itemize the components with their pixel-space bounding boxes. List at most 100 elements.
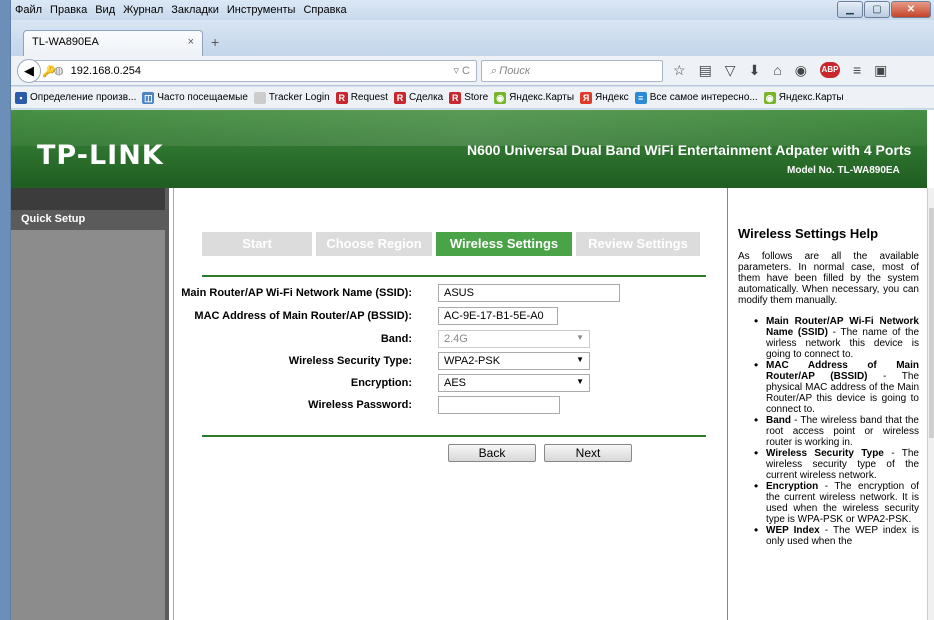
- menu-help[interactable]: Справка: [303, 4, 346, 16]
- menu-edit[interactable]: Правка: [50, 4, 87, 16]
- router-page: TP-LINK N600 Universal Dual Band WiFi En…: [11, 110, 934, 620]
- menu-view[interactable]: Вид: [95, 4, 115, 16]
- tab-title: TL-WA890EA: [32, 36, 99, 48]
- download-icon[interactable]: ⬇: [749, 62, 761, 79]
- divider-bottom: [202, 435, 706, 437]
- bookmark-star-icon[interactable]: ☆: [673, 62, 686, 79]
- band-value: 2.4G: [444, 333, 468, 345]
- step-review-settings: Review Settings: [576, 232, 700, 256]
- encryption-row: Encryption: AES ▼: [174, 374, 728, 394]
- extension-icon[interactable]: ▣: [874, 62, 887, 79]
- divider-top: [202, 275, 706, 277]
- bookmark-icon: Я: [580, 91, 593, 104]
- bookmark-icon: ≡: [634, 91, 647, 104]
- bookmark-item[interactable]: ◉ Яндекс.Карты: [494, 91, 575, 104]
- bookmark-item[interactable]: ≡ Все самое интересно...: [634, 91, 758, 104]
- reading-list-icon[interactable]: ▤: [699, 62, 712, 79]
- bookmark-item[interactable]: ◫ Часто посещаемые: [142, 91, 248, 104]
- password-field[interactable]: [438, 396, 560, 414]
- toolbar-icons: ☆ ▤ ▽ ⬇ ⌂ ◉ ABP ≡ ▣: [673, 62, 887, 79]
- help-item: WEP Index - The WEP index is only used w…: [754, 525, 919, 547]
- chat-icon[interactable]: ◉: [795, 62, 807, 79]
- bssid-label: MAC Address of Main Router/AP (BSSID):: [194, 310, 412, 322]
- new-tab-icon[interactable]: +: [211, 34, 219, 50]
- next-button[interactable]: Next: [544, 444, 632, 462]
- close-window-button[interactable]: ✕: [891, 1, 931, 18]
- bookmark-item[interactable]: Я Яндекс: [580, 91, 629, 104]
- bookmark-icon: ◉: [494, 91, 507, 104]
- bookmark-icon: ◉: [763, 91, 776, 104]
- bookmark-icon: R: [335, 91, 348, 104]
- pocket-icon[interactable]: ▽: [725, 62, 736, 79]
- menu-history[interactable]: Журнал: [123, 4, 163, 16]
- ssid-row: Main Router/AP Wi-Fi Network Name (SSID)…: [174, 284, 728, 304]
- menu-bookmarks[interactable]: Закладки: [171, 4, 219, 16]
- bookmark-item[interactable]: Tracker Login: [253, 91, 330, 104]
- tp-link-logo: TP-LINK: [37, 140, 164, 171]
- bookmark-label: Часто посещаемые: [157, 92, 248, 103]
- minimize-button[interactable]: ▁: [837, 1, 863, 18]
- chevron-down-icon: ▼: [576, 355, 584, 364]
- bookmark-label: Сделка: [408, 92, 444, 103]
- bookmark-label: Request: [350, 92, 388, 103]
- url-bar[interactable]: 🔑 ◍ 192.168.0.254 ▿ C: [33, 60, 477, 82]
- bookmark-icon: R: [393, 91, 406, 104]
- back-button[interactable]: ◀: [17, 59, 41, 83]
- sidebar-item-quick-setup[interactable]: Quick Setup: [11, 210, 169, 230]
- search-placeholder: Поиск: [499, 65, 531, 77]
- encryption-value: AES: [444, 377, 467, 389]
- home-icon[interactable]: ⌂: [773, 62, 781, 79]
- help-term: Wireless Security Type: [766, 448, 884, 459]
- security-type-value: WPA2-PSK: [444, 355, 501, 367]
- bookmark-label: Яндекс: [595, 92, 629, 103]
- help-item: Main Router/AP Wi-Fi Network Name (SSID)…: [754, 316, 919, 360]
- menu-icon[interactable]: ≡: [853, 62, 861, 79]
- back-step-button[interactable]: Back: [448, 444, 536, 462]
- page-scrollbar[interactable]: [927, 188, 934, 620]
- help-term: Band: [766, 415, 791, 426]
- bookmarks-bar: ▪ Определение произв... ◫ Часто посещаемые …: [11, 87, 934, 109]
- bookmark-item[interactable]: R Сделка: [393, 91, 444, 104]
- bssid-input[interactable]: AC-9E-17-B1-5E-A0: [438, 307, 558, 325]
- encryption-select[interactable]: AES ▼: [438, 374, 590, 392]
- bookmark-icon: R: [449, 91, 462, 104]
- menu-file[interactable]: Файл: [15, 4, 42, 16]
- bookmark-icon: ◫: [142, 91, 155, 104]
- adblock-icon[interactable]: ABP: [820, 62, 840, 78]
- encryption-label: Encryption:: [350, 377, 412, 389]
- ssid-label: Main Router/AP Wi-Fi Network Name (SSID)…: [181, 287, 412, 299]
- help-panel: Wireless Settings Help As follows are al…: [727, 188, 927, 620]
- site-identity-icon[interactable]: 🔑: [42, 62, 56, 82]
- bookmark-icon: [253, 91, 266, 104]
- bookmark-item[interactable]: ◉ Яндекс.Карты: [763, 91, 844, 104]
- tab-strip: TL-WA890EA × +: [11, 20, 934, 56]
- help-term: Encryption: [766, 481, 819, 492]
- help-list: Main Router/AP Wi-Fi Network Name (SSID)…: [738, 316, 919, 547]
- band-select[interactable]: 2.4G ▼: [438, 330, 590, 348]
- chevron-down-icon: ▼: [576, 377, 584, 386]
- search-input[interactable]: ⌕ Поиск: [481, 60, 663, 82]
- main-content: Start Choose Region Wireless Settings Re…: [173, 188, 727, 620]
- ssid-input[interactable]: ASUS: [438, 284, 620, 302]
- browser-window: Файл Правка Вид Журнал Закладки Инструме…: [10, 0, 934, 620]
- menu-tools[interactable]: Инструменты: [227, 4, 296, 16]
- bookmark-item[interactable]: ▪ Определение произв...: [15, 91, 136, 104]
- tab-tl-wa890ea[interactable]: TL-WA890EA ×: [23, 30, 203, 56]
- model-number: Model No. TL-WA890EA: [787, 165, 900, 176]
- step-wireless-settings: Wireless Settings: [436, 232, 572, 256]
- bookmark-icon: ▪: [15, 91, 27, 104]
- help-intro: As follows are all the available paramet…: [738, 251, 919, 306]
- help-title: Wireless Settings Help: [738, 226, 879, 241]
- step-start: Start: [202, 232, 312, 256]
- scrollbar-thumb[interactable]: [929, 208, 934, 438]
- close-tab-icon[interactable]: ×: [188, 36, 194, 48]
- security-type-select[interactable]: WPA2-PSK ▼: [438, 352, 590, 370]
- reload-icon[interactable]: ▿ C: [453, 61, 470, 81]
- bookmark-label: Яндекс.Карты: [509, 92, 575, 103]
- help-item: Band - The wireless band that the root a…: [754, 415, 919, 448]
- menu-bar: Файл Правка Вид Журнал Закладки Инструме…: [11, 0, 934, 20]
- maximize-button[interactable]: ▢: [864, 1, 890, 18]
- bookmark-item[interactable]: R Store: [449, 91, 488, 104]
- password-row: Wireless Password:: [174, 396, 728, 416]
- bookmark-item[interactable]: R Request: [335, 91, 388, 104]
